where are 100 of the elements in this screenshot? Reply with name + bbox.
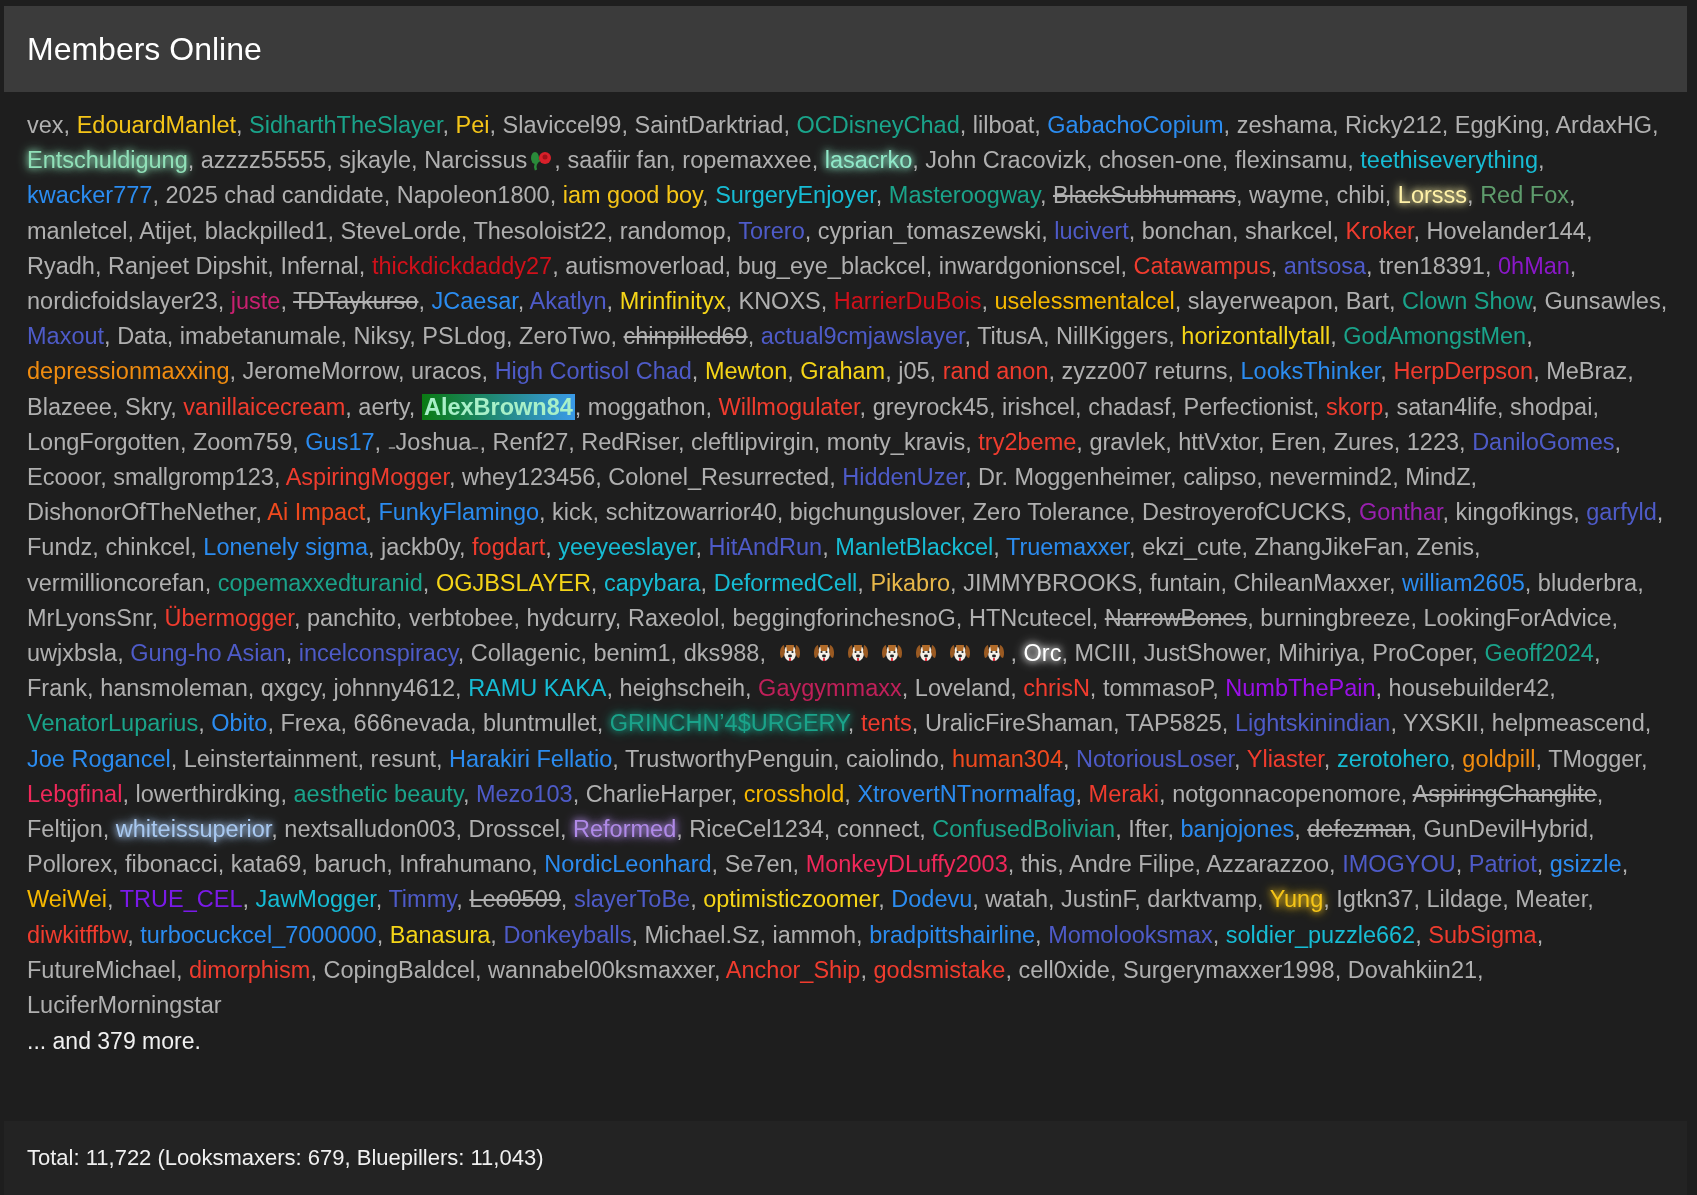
member-link[interactable]: baruch — [314, 851, 387, 878]
member-link[interactable]: GodAmongstMen — [1343, 323, 1527, 350]
member-link[interactable]: CharlieHarper — [585, 780, 731, 807]
member-link[interactable]: Ifter — [1128, 816, 1168, 843]
member-link[interactable]: verbtobee — [408, 604, 514, 631]
member-link[interactable]: MCIII — [1074, 640, 1131, 667]
member-link[interactable]: moggathon — [587, 393, 706, 420]
member-link[interactable]: chrisN — [1023, 675, 1090, 702]
member-link[interactable]: schitzowarrior40 — [605, 499, 777, 526]
member-link[interactable]: Yliaster — [1246, 745, 1324, 772]
member-link[interactable]: SurgeryEnjoyer — [715, 182, 876, 209]
member-link[interactable]: Niksy — [353, 323, 410, 350]
member-link[interactable]: zerotohero — [1336, 745, 1450, 772]
member-link[interactable]: ZhangJikeFan — [1254, 534, 1404, 561]
member-link[interactable]: benim1 — [593, 640, 671, 667]
member-link[interactable]: ChileanMaxxer — [1233, 569, 1389, 596]
member-link[interactable]: nordicfoidslayer23 — [27, 288, 218, 314]
member-link[interactable]: Mihiriya — [1278, 640, 1360, 667]
member-link[interactable]: SubSigma — [1428, 921, 1537, 948]
member-link[interactable]: RAMU KAKA — [468, 675, 607, 702]
member-link[interactable]: HerpDerpson — [1393, 358, 1534, 385]
member-link[interactable]: RiceCel1234 — [689, 816, 824, 843]
member-link[interactable]: John Cracovizk — [925, 147, 1086, 174]
member-link[interactable]: AspiringChanglite — [1412, 780, 1597, 807]
member-link[interactable]: darktvamp — [1147, 886, 1258, 913]
member-link[interactable]: Igtkn37 — [1336, 886, 1414, 913]
member-link[interactable]: Zures — [1333, 428, 1394, 455]
member-link[interactable]: KNOXS — [738, 288, 821, 314]
member-link[interactable]: Leo0509 — [469, 886, 561, 913]
member-link[interactable]: OCDisneyChad — [796, 112, 960, 138]
member-link[interactable]: Graham — [800, 358, 886, 385]
member-link[interactable]: human304 — [951, 745, 1063, 772]
member-link[interactable]: EdouardManlet — [76, 112, 237, 138]
member-link[interactable]: FunkyFlamingo — [378, 499, 540, 526]
member-link[interactable]: Willmogulater — [718, 393, 860, 420]
member-link[interactable]: Catawampus — [1133, 252, 1271, 279]
member-link[interactable]: NarrowBones — [1104, 604, 1248, 631]
member-link[interactable]: Leinstertainment — [183, 745, 358, 772]
member-link[interactable]: 1223 — [1406, 428, 1460, 455]
member-link[interactable]: TrustworthyPenguin — [624, 745, 833, 772]
member-link[interactable]: bluntmullet — [482, 710, 597, 737]
member-link[interactable]: chadasf — [1088, 393, 1171, 420]
member-link[interactable]: satan4life — [1396, 393, 1498, 420]
member-link[interactable]: bradpittshairline — [869, 921, 1036, 948]
member-link[interactable]: Frexa — [280, 710, 341, 737]
member-link[interactable]: Meraki — [1088, 780, 1160, 807]
member-link[interactable]: Frank — [27, 675, 88, 702]
member-link[interactable]: whiteissuperior — [115, 816, 272, 843]
member-link[interactable]: cell0xide — [1018, 956, 1110, 983]
member-link[interactable]: cyprian_tomaszewski — [817, 217, 1042, 244]
member-link[interactable]: chinkcel — [105, 534, 191, 561]
member-link[interactable]: NordicLeonhard — [544, 851, 712, 878]
member-link[interactable]: ArdaxHG — [1555, 112, 1653, 138]
member-link[interactable]: GabachoCopium — [1047, 112, 1224, 138]
member-link[interactable]: whey123456 — [462, 464, 596, 491]
member-link[interactable]: Ricky212 — [1345, 112, 1442, 138]
member-link[interactable]: XtrovertNTnormalfag — [857, 780, 1076, 807]
member-link[interactable]: DestroyerofCUCKS — [1142, 499, 1346, 526]
member-link[interactable]: Mewton — [704, 358, 788, 385]
member-link[interactable]: Ai Impact — [267, 499, 366, 526]
member-link[interactable]: slayerweapon — [1187, 288, 1333, 314]
member-link[interactable]: bluderbra — [1537, 569, 1638, 596]
member-link[interactable]: Ecooor — [27, 464, 101, 491]
member-link[interactable]: LuciferMorningstar — [27, 992, 222, 1019]
member-link[interactable]: YXSKII — [1403, 710, 1479, 737]
member-link[interactable]: NillKiggers — [1055, 323, 1169, 350]
member-link[interactable]: ekzi_cute — [1142, 534, 1242, 561]
member-link[interactable]: JeromeMorrow — [242, 358, 398, 385]
member-link[interactable]: JustShower — [1143, 640, 1266, 667]
member-link[interactable]: kata69 — [230, 851, 302, 878]
member-link[interactable]: Zenis — [1416, 534, 1474, 561]
member-link[interactable]: hydcurry — [526, 604, 615, 631]
member-link[interactable]: tommasoP — [1102, 675, 1213, 702]
member-link[interactable]: Hovelander144 — [1426, 217, 1586, 244]
member-link[interactable]: Infernal — [280, 252, 359, 279]
member-link[interactable]: this — [1020, 851, 1058, 878]
member-link[interactable]: godsmistake — [873, 956, 1006, 983]
member-link[interactable]: BlackSubhumans — [1053, 182, 1236, 209]
member-link[interactable]: lasacrko — [824, 147, 913, 174]
member-link[interactable]: Renf27 — [492, 428, 569, 455]
member-link[interactable]: smallgromp123 — [113, 464, 274, 491]
member-link[interactable]: capybara — [603, 569, 701, 596]
member-link[interactable]: Banasura — [389, 921, 491, 948]
member-link[interactable]: bigchunguslover — [789, 499, 960, 526]
member-link[interactable]: flexinsamu — [1234, 147, 1348, 174]
member-link[interactable]: Skry — [125, 393, 171, 420]
member-link[interactable]: GRINCHN’4$URGERY — [609, 710, 848, 737]
member-link[interactable]: Dodevu — [891, 886, 973, 913]
member-link[interactable]: ZeroTwo — [519, 323, 611, 350]
member-link[interactable]: nextsalludon003 — [284, 816, 456, 843]
member-link[interactable]: johnny4612 — [333, 675, 456, 702]
member-link[interactable]: vanillaicecream — [183, 393, 346, 420]
member-link[interactable]: Truemaxxer — [1005, 534, 1130, 561]
member-link[interactable]: ropemaxxee — [682, 147, 812, 174]
member-link[interactable]: uselessmentalcel — [994, 288, 1175, 314]
member-link[interactable]: Eren — [1270, 428, 1321, 455]
member-link[interactable]: yeeyeeslayer — [558, 534, 696, 561]
member-link[interactable]: teethiseverything — [1360, 147, 1538, 174]
member-link[interactable]: TDTaykurso — [293, 288, 419, 314]
member-link[interactable]: Joe Rogancel — [27, 745, 171, 772]
